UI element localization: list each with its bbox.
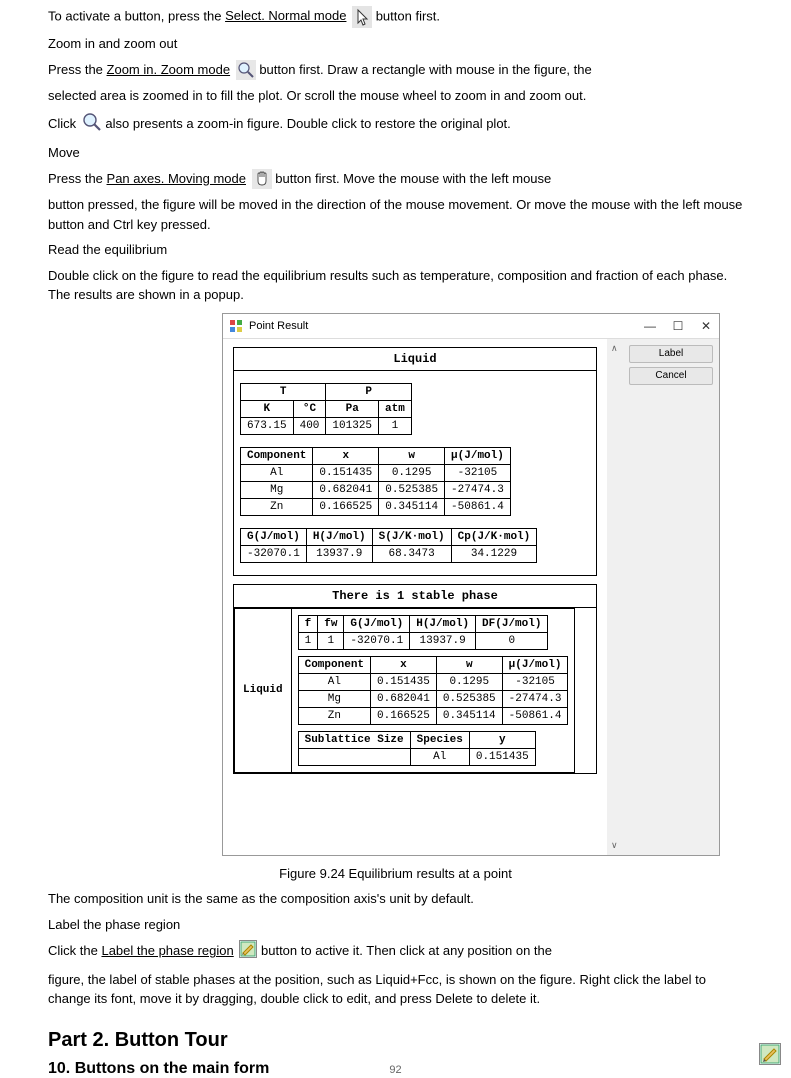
- label-button[interactable]: Label: [629, 345, 713, 363]
- para-zoom-2: selected area is zoomed in to fill the p…: [48, 86, 743, 106]
- liquid-comp-table: Component x w µ(J/mol) Al0.1514350.1295-…: [240, 447, 511, 516]
- link-zoom-mode[interactable]: Zoom in. Zoom mode: [107, 60, 231, 81]
- figure-caption: Figure 9.24 Equilibrium results at a poi…: [48, 864, 743, 884]
- liquid-title: Liquid: [234, 348, 596, 371]
- para-move: Press the Pan axes. Moving mode button f…: [48, 169, 743, 190]
- para-zoom: Press the Zoom in. Zoom mode button firs…: [48, 60, 743, 81]
- heading-zoom: Zoom in and zoom out: [48, 34, 743, 54]
- link-pan-mode[interactable]: Pan axes. Moving mode: [107, 169, 246, 190]
- hand-icon: [252, 169, 272, 189]
- side-panel: Label Cancel: [623, 339, 719, 855]
- para-move-2: button pressed, the figure will be moved…: [48, 195, 743, 234]
- maximize-icon[interactable]: ☐: [671, 319, 685, 333]
- magnifier-icon: [82, 112, 102, 138]
- phase-comp-table: Component x w µ(J/mol) Al0.1514350.1295-…: [298, 656, 569, 725]
- para-label-phase: Click the Label the phase region button …: [48, 940, 743, 964]
- para-read-eq: Double click on the figure to read the e…: [48, 266, 743, 305]
- stable-title: There is 1 stable phase: [234, 585, 596, 608]
- cancel-button[interactable]: Cancel: [629, 367, 713, 385]
- point-result-window: Point Result — ☐ ✕ Liquid T P: [222, 313, 720, 856]
- cursor-icon: [352, 6, 372, 28]
- zoom-in-icon: [236, 60, 256, 80]
- scrollbar-vertical[interactable]: ∧ ∨: [607, 339, 623, 855]
- window-title: Point Result: [249, 320, 643, 332]
- heading-read-eq: Read the equilibrium: [48, 240, 743, 260]
- para-select: To activate a button, press the Select. …: [48, 6, 743, 28]
- minimize-icon[interactable]: —: [643, 319, 657, 333]
- para-zoom-click: Click also presents a zoom-in figure. Do…: [48, 112, 743, 138]
- scroll-down-icon[interactable]: ∨: [611, 840, 618, 851]
- part2-heading: Part 2. Button Tour: [48, 1029, 743, 1052]
- para-unit-note: The composition unit is the same as the …: [48, 889, 743, 909]
- link-select-mode[interactable]: Select. Normal mode: [225, 6, 346, 27]
- phase-f-table: f fw G(J/mol) H(J/mol) DF(J/mol) 1 1 -32: [298, 615, 549, 650]
- window-icon: [229, 319, 243, 333]
- result-viewport: Liquid T P K °C Pa atm: [223, 339, 607, 855]
- liquid-thermo-table: G(J/mol) H(J/mol) S(J/K·mol) Cp(J/K·mol)…: [240, 528, 537, 563]
- label-phase-icon: [239, 940, 257, 964]
- phase-sublattice-table: Sublattice Size Species y Al 0.151435: [298, 731, 536, 766]
- heading-move: Move: [48, 143, 743, 163]
- para-label-phase-2: figure, the label of stable phases at th…: [48, 970, 743, 1009]
- heading-label-phase: Label the phase region: [48, 915, 743, 935]
- footer-edit-icon: [759, 1043, 781, 1068]
- link-label-phase[interactable]: Label the phase region: [101, 941, 233, 962]
- phase-label: Liquid: [234, 608, 291, 773]
- page-number: 92: [389, 1064, 401, 1076]
- close-icon[interactable]: ✕: [699, 319, 713, 333]
- window-titlebar[interactable]: Point Result — ☐ ✕: [223, 314, 719, 339]
- tp-table: T P K °C Pa atm 673.15 400: [240, 383, 412, 435]
- scroll-up-icon[interactable]: ∧: [611, 343, 618, 354]
